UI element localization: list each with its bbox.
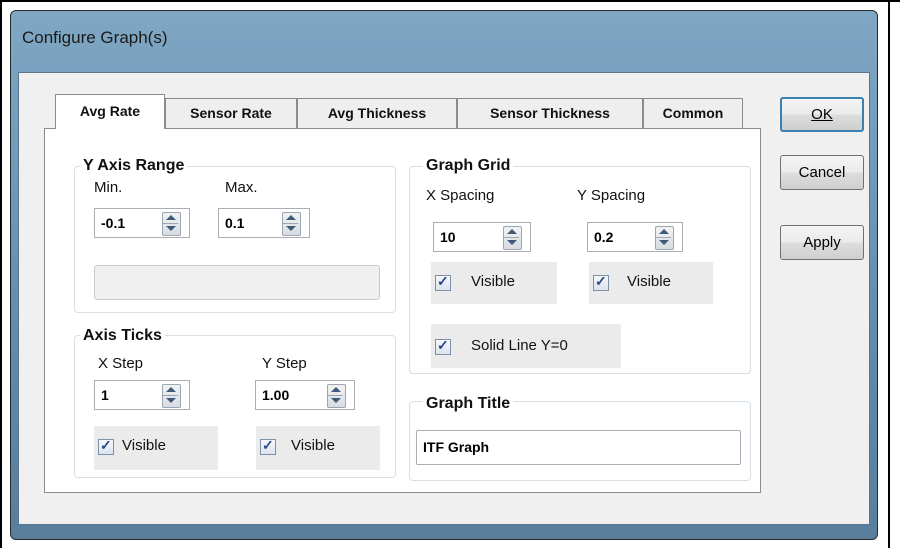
x-step-label: X Step xyxy=(98,355,144,372)
spinner-arrows-icon[interactable] xyxy=(282,212,301,236)
x-step-spinner[interactable]: 1 xyxy=(94,380,190,410)
cancel-button[interactable]: Cancel xyxy=(780,155,864,190)
spinner-arrows-icon[interactable] xyxy=(162,384,181,408)
checkbox-label: Solid Line Y=0 xyxy=(471,337,568,354)
checkbox-checked-icon: ✓ xyxy=(435,337,451,355)
y-max-spinner[interactable]: 0.1 xyxy=(218,208,310,238)
x-spacing-spinner[interactable]: 10 xyxy=(433,222,531,252)
x-spacing-value: 10 xyxy=(440,229,456,245)
checkbox-checked-icon: ✓ xyxy=(98,437,114,455)
axis-ticks-x-visible-checkbox[interactable]: ✓ Visible xyxy=(94,426,218,470)
spinner-arrows-icon[interactable] xyxy=(327,384,346,408)
y-max-label: Max. xyxy=(225,179,258,196)
checkbox-label: Visible xyxy=(122,437,166,454)
axis-ticks-title: Axis Ticks xyxy=(80,326,165,346)
y-spacing-value: 0.2 xyxy=(594,229,614,245)
x-step-value: 1 xyxy=(101,387,109,403)
x-spacing-label: X Spacing xyxy=(426,187,495,204)
cancel-label: Cancel xyxy=(798,164,846,181)
checkbox-label: Visible xyxy=(471,273,515,290)
y-spacing-spinner[interactable]: 0.2 xyxy=(587,222,683,252)
y-step-label: Y Step xyxy=(262,355,307,372)
apply-button[interactable]: Apply xyxy=(780,225,864,260)
grid-x-visible-checkbox[interactable]: ✓ Visible xyxy=(431,262,557,304)
grid-y-visible-checkbox[interactable]: ✓ Visible xyxy=(589,262,713,304)
tab-common[interactable]: Common xyxy=(643,98,743,128)
tab-avg-rate[interactable]: Avg Rate xyxy=(55,94,165,129)
ok-label: OK xyxy=(811,106,833,123)
y-min-value: -0.1 xyxy=(101,215,126,231)
checkbox-checked-icon: ✓ xyxy=(593,273,609,291)
y-axis-range-title: Y Axis Range xyxy=(80,156,188,176)
y-range-disabled-field xyxy=(94,265,380,300)
spinner-arrows-icon[interactable] xyxy=(655,226,674,250)
checkbox-checked-icon: ✓ xyxy=(435,273,451,291)
tab-sensor-thickness[interactable]: Sensor Thickness xyxy=(457,98,643,128)
outer-left-line xyxy=(0,0,2,548)
checkbox-label: Visible xyxy=(627,273,671,290)
y-step-spinner[interactable]: 1.00 xyxy=(255,380,355,410)
y-step-value: 1.00 xyxy=(262,387,290,403)
y-min-spinner[interactable]: -0.1 xyxy=(94,208,190,238)
graph-title-input[interactable]: ITF Graph xyxy=(416,430,741,465)
graph-grid-title: Graph Grid xyxy=(423,156,514,176)
checkbox-checked-icon: ✓ xyxy=(260,437,276,455)
graph-title-heading: Graph Title xyxy=(423,394,514,414)
outer-right-line xyxy=(888,0,890,548)
checkbox-label: Visible xyxy=(291,437,335,454)
y-min-label: Min. xyxy=(94,179,123,196)
graph-title-value: ITF Graph xyxy=(423,439,490,455)
axis-ticks-y-visible-checkbox[interactable]: ✓ Visible xyxy=(256,426,380,470)
solid-line-y0-checkbox[interactable]: ✓ Solid Line Y=0 xyxy=(431,324,621,368)
tab-sensor-rate[interactable]: Sensor Rate xyxy=(165,98,297,128)
spinner-arrows-icon[interactable] xyxy=(503,226,522,250)
tab-avg-thickness[interactable]: Avg Thickness xyxy=(297,98,457,128)
ok-button[interactable]: OK xyxy=(780,97,864,132)
apply-label: Apply xyxy=(803,234,841,251)
y-spacing-label: Y Spacing xyxy=(577,187,646,204)
y-max-value: 0.1 xyxy=(225,215,245,231)
spinner-arrows-icon[interactable] xyxy=(162,212,181,236)
window-title: Configure Graph(s) xyxy=(22,28,168,47)
outer-top-line xyxy=(0,0,900,2)
